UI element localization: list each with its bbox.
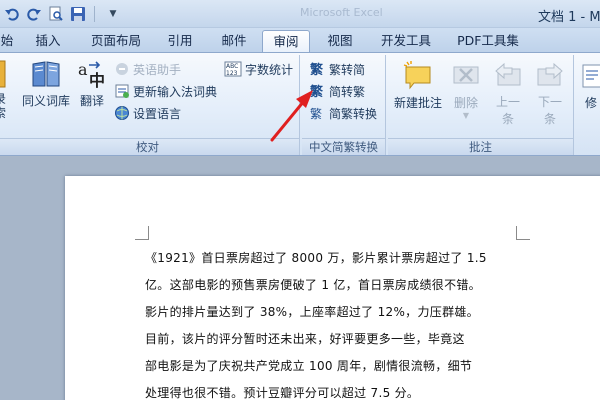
next-comment-icon xyxy=(537,62,563,86)
comments-group-label: 批注 xyxy=(388,138,573,155)
text-line[interactable]: 《1921》首日票房超过了 8000 万，影片累计票房超过了 1.5 xyxy=(145,248,525,275)
english-assistant-label: 英语助手 xyxy=(133,62,182,77)
thesaurus-button[interactable]: 同义词库 xyxy=(20,59,72,109)
tab-developer[interactable]: 开发工具 xyxy=(370,30,442,52)
tab-insert[interactable]: 插入 xyxy=(26,30,70,52)
next-comment-label: 下一条 xyxy=(537,95,562,126)
tracking-group-partial: 修 xyxy=(576,55,600,155)
translate-button[interactable]: a 中 翻译 xyxy=(74,59,110,109)
text-line[interactable]: 目前，该片的评分暂时还未出来，好评要更多一些，毕竟这 xyxy=(145,329,525,356)
delete-comment-label: 删除 xyxy=(453,96,478,110)
print-preview-icon[interactable] xyxy=(46,4,66,24)
tab-review[interactable]: 审阅 xyxy=(262,30,310,52)
english-assistant-button[interactable]: 英语助手 xyxy=(114,59,181,79)
svg-text:ABC: ABC xyxy=(226,63,238,70)
text-line[interactable]: 部电影是为了庆祝共产党成立 100 周年，剧情很流畅，细节 xyxy=(145,356,525,383)
proofing-group: 录索 同义词库 a 中 翻译 英语助手 更新输入法词典 设置语言 ABC 123… xyxy=(0,55,300,155)
update-dictionary-icon xyxy=(115,84,129,98)
translate-icon: a 中 xyxy=(78,60,105,89)
document-body[interactable]: 《1921》首日票房超过了 8000 万，影片累计票房超过了 1.5 亿。这部电… xyxy=(145,248,525,400)
new-comment-button[interactable]: 新建批注 xyxy=(392,59,444,111)
qat-separator xyxy=(94,6,95,22)
delete-comment-icon xyxy=(453,66,479,84)
delete-dropdown-arrow: ▼ xyxy=(462,111,470,120)
update-ime-label: 更新输入法词典 xyxy=(133,84,218,99)
crop-mark-top-right xyxy=(516,226,530,240)
word-count-button[interactable]: ABC 123 字数统计 xyxy=(224,59,293,79)
crop-mark-top-left xyxy=(135,226,149,240)
convert-label: 简繁转换 xyxy=(329,106,378,121)
word-count-icon: ABC123 xyxy=(224,61,242,77)
app-title: Microsoft Excel xyxy=(300,6,383,19)
convert-button[interactable]: 繁 简繁转换 xyxy=(310,103,377,123)
tab-page-layout[interactable]: 页面布局 xyxy=(80,30,152,52)
research-label: 录索 xyxy=(0,92,7,120)
update-ime-button[interactable]: 更新输入法词典 xyxy=(114,81,217,101)
next-comment-button[interactable]: 下一条 xyxy=(530,59,570,128)
to-simplified-label: 繁转简 xyxy=(329,62,366,77)
ribbon-tabs: 始 插入 页面布局 引用 邮件 审阅 视图 开发工具 PDF工具集 xyxy=(0,28,600,52)
tab-mailings[interactable]: 邮件 xyxy=(212,30,256,52)
customize-arrow[interactable]: ▼ xyxy=(103,4,123,24)
svg-text:繁: 繁 xyxy=(310,106,322,121)
previous-comment-button[interactable]: 上一条 xyxy=(488,59,528,128)
redo-icon[interactable] xyxy=(24,4,44,24)
track-changes-icon xyxy=(582,64,600,88)
tab-view[interactable]: 视图 xyxy=(318,30,362,52)
chinese-conversion-group: 繁 繁转简 繁 简转繁 繁 简繁转换 中文简繁转换 xyxy=(302,55,386,155)
new-comment-label: 新建批注 xyxy=(393,96,442,110)
set-language-button[interactable]: 设置语言 xyxy=(114,103,181,123)
globe-icon xyxy=(115,106,129,120)
set-language-label: 设置语言 xyxy=(133,106,182,121)
thesaurus-label: 同义词库 xyxy=(21,94,70,108)
save-icon[interactable] xyxy=(68,4,88,24)
to-traditional-label: 简转繁 xyxy=(329,84,366,99)
tab-pdf-tools[interactable]: PDF工具集 xyxy=(450,30,526,52)
tab-home[interactable]: 始 xyxy=(0,30,16,52)
research-button[interactable]: 录索 xyxy=(0,59,12,120)
track-changes-button[interactable]: 修 xyxy=(580,59,600,111)
proofing-group-label: 校对 xyxy=(0,138,299,155)
translate-label: 翻译 xyxy=(79,94,104,108)
svg-text:繁: 繁 xyxy=(310,62,324,77)
document-area: 《1921》首日票房超过了 8000 万，影片累计票房超过了 1.5 亿。这部电… xyxy=(0,157,600,400)
previous-comment-label: 上一条 xyxy=(495,95,520,126)
svg-text:中: 中 xyxy=(89,71,105,89)
tab-references[interactable]: 引用 xyxy=(158,30,202,52)
quick-access-toolbar: ▼ xyxy=(0,3,123,25)
svg-text:a: a xyxy=(78,60,88,79)
traditional-to-simplified-icon: 繁 xyxy=(310,62,324,77)
research-icon xyxy=(0,60,6,88)
to-simplified-button[interactable]: 繁 繁转简 xyxy=(310,59,365,79)
to-traditional-button[interactable]: 繁 简转繁 xyxy=(310,81,365,101)
assistant-icon xyxy=(116,63,128,75)
word-count-label: 字数统计 xyxy=(245,62,294,77)
document-title: 文档 1 - M xyxy=(538,10,600,25)
chinese-conversion-group-label: 中文简繁转换 xyxy=(302,138,385,155)
book-icon xyxy=(32,61,60,87)
svg-text:123: 123 xyxy=(226,70,238,77)
text-line[interactable]: 处理得也很不错。预计豆瓣评分可以超过 7.5 分。 xyxy=(145,383,525,400)
text-line[interactable]: 影片的排片量达到了 38%，上座率超过了 12%，力压群雄。 xyxy=(145,302,525,329)
previous-comment-icon xyxy=(495,62,521,86)
new-comment-icon xyxy=(403,61,431,90)
text-line[interactable]: 亿。这部电影的预售票房便破了 1 亿，首日票房成绩很不错。 xyxy=(145,275,525,302)
title-bar: ▼ Microsoft Excel 文档 1 - M xyxy=(0,0,600,28)
track-changes-label: 修 xyxy=(584,96,597,110)
undo-icon[interactable] xyxy=(2,4,22,24)
svg-text:繁: 繁 xyxy=(310,84,324,99)
document-page[interactable]: 《1921》首日票房超过了 8000 万，影片累计票房超过了 1.5 亿。这部电… xyxy=(65,176,600,400)
delete-comment-button[interactable]: 删除 ▼ xyxy=(446,59,486,120)
simplified-to-traditional-icon: 繁 xyxy=(310,84,324,99)
ribbon: 录索 同义词库 a 中 翻译 英语助手 更新输入法词典 设置语言 ABC 123… xyxy=(0,52,600,156)
conversion-icon: 繁 xyxy=(310,106,322,121)
comments-group: 新建批注 删除 ▼ 上一条 下一条 批注 xyxy=(388,55,574,155)
